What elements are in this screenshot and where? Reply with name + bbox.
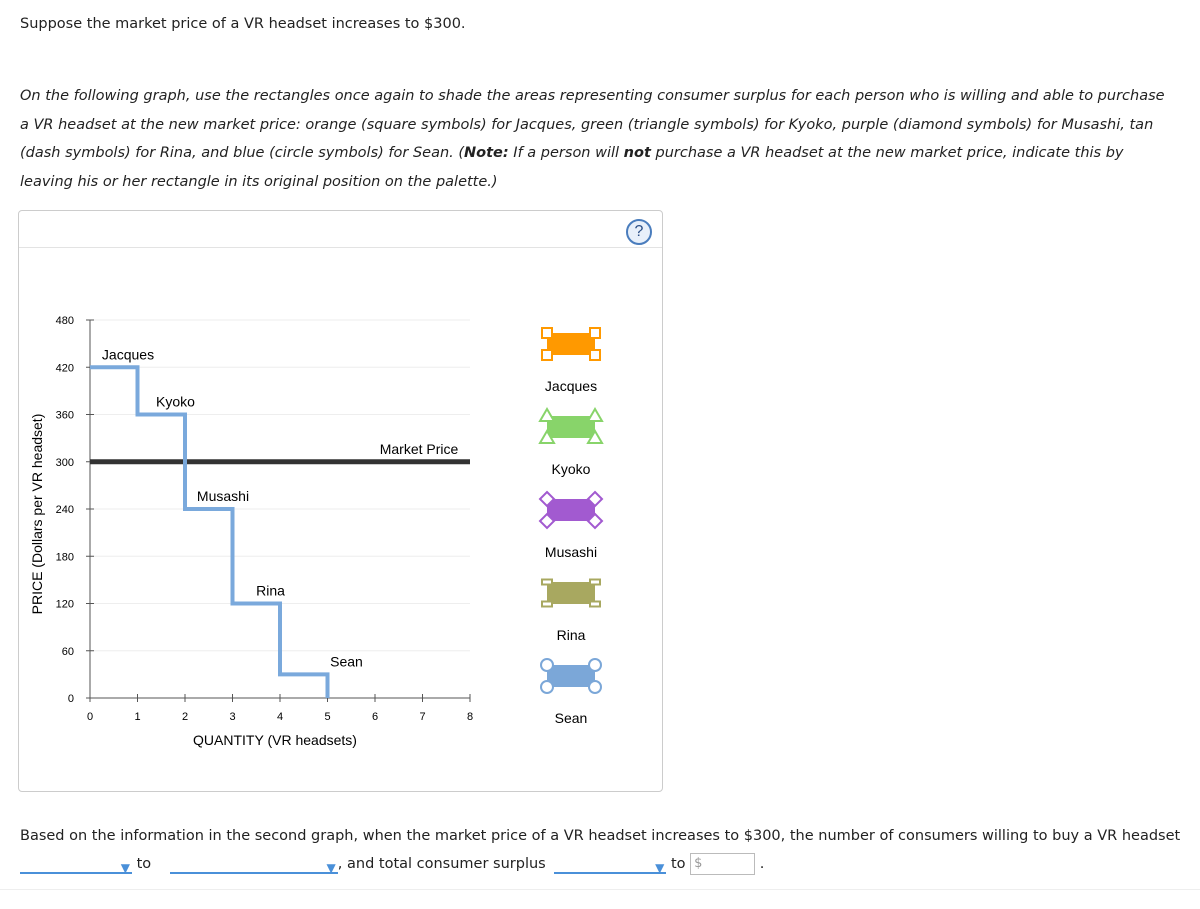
surplus-change-dropdown[interactable]: ▼ bbox=[554, 854, 667, 875]
palette-rect-musashi[interactable] bbox=[538, 490, 604, 530]
y-tick-label: 480 bbox=[56, 315, 74, 327]
consumer-surplus-graph: 0 60 120 180 240 300 360 420 480 0 1 2 3 4 5 6 7 8 QUANTIT… bbox=[29, 315, 604, 748]
palette-label: Jacques bbox=[545, 378, 597, 394]
palette-label: Kyoko bbox=[552, 461, 591, 477]
palette-label: Rina bbox=[557, 627, 586, 643]
dropdown-arrow-icon: ▼ bbox=[120, 861, 130, 875]
step-label-musashi: Musashi bbox=[197, 488, 249, 504]
x-tick-label: 7 bbox=[419, 711, 425, 723]
dropdown-arrow-icon: ▼ bbox=[655, 861, 665, 875]
y-tick-label: 180 bbox=[56, 551, 74, 563]
step-label-jacques: Jacques bbox=[102, 346, 154, 362]
step-label-sean: Sean bbox=[330, 653, 363, 669]
question: Based on the information in the second g… bbox=[20, 822, 1200, 878]
y-tick-label: 240 bbox=[56, 504, 74, 516]
palette-rect-kyoko[interactable] bbox=[538, 407, 604, 444]
y-tick-label: 0 bbox=[68, 693, 74, 705]
dropdown-arrow-icon: ▼ bbox=[326, 861, 336, 875]
palette-rect-sean[interactable] bbox=[540, 658, 602, 694]
palette-rect-rina[interactable] bbox=[541, 578, 601, 608]
x-tick-label: 6 bbox=[372, 711, 378, 723]
y-tick-label: 420 bbox=[56, 362, 74, 374]
market-price-label: Market Price bbox=[380, 441, 459, 457]
palette-label: Musashi bbox=[545, 544, 597, 560]
x-tick-label: 3 bbox=[229, 711, 235, 723]
y-tick-label: 60 bbox=[62, 646, 74, 658]
palette-rect-jacques[interactable] bbox=[541, 327, 601, 361]
palette-label: Sean bbox=[555, 710, 588, 726]
x-tick-label: 0 bbox=[87, 711, 93, 723]
y-tick-label: 300 bbox=[56, 457, 74, 469]
demand-curve bbox=[90, 365, 330, 698]
surplus-input[interactable]: $ bbox=[690, 853, 756, 875]
x-tick-label: 1 bbox=[134, 711, 140, 723]
x-tick-label: 4 bbox=[277, 711, 283, 723]
y-tick-label: 120 bbox=[56, 599, 74, 611]
x-axis-label: QUANTITY (VR headsets) bbox=[193, 732, 357, 748]
step-label-kyoko: Kyoko bbox=[156, 394, 195, 410]
y-tick-label: 360 bbox=[56, 410, 74, 422]
x-tick-label: 5 bbox=[324, 711, 330, 723]
x-tick-label: 8 bbox=[467, 711, 473, 723]
y-axis-label: PRICE (Dollars per VR headset) bbox=[29, 414, 45, 615]
consumers-to-dropdown[interactable]: ▼ bbox=[169, 854, 338, 875]
x-tick-label: 2 bbox=[182, 711, 188, 723]
consumers-from-dropdown[interactable]: ▼ bbox=[20, 854, 132, 875]
step-label-rina: Rina bbox=[256, 583, 285, 599]
